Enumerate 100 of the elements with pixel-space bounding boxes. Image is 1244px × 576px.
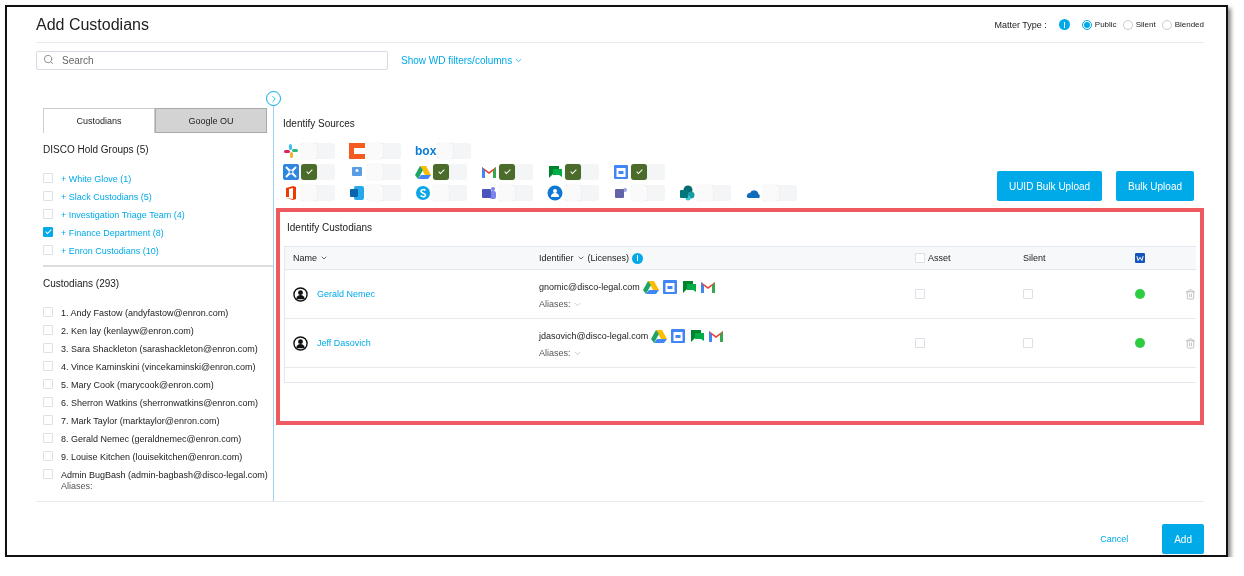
silent-column-header: Silent [1023, 253, 1046, 263]
box-logo: box [415, 144, 435, 158]
drive-icon [415, 164, 431, 180]
teams-icon [481, 185, 497, 201]
chat-icon [689, 328, 706, 344]
calendar-icon [661, 279, 678, 295]
people-icon [547, 185, 563, 201]
w-logo-icon [1135, 253, 1145, 263]
office-icon [283, 185, 299, 201]
chat-icon [680, 279, 697, 295]
custodian-label: 2. Ken lay (kenlayw@enron.com) [61, 325, 194, 337]
toggle-knob[interactable] [499, 164, 515, 180]
sort-icon [576, 254, 585, 262]
identifier-column-header[interactable]: Identifier [539, 253, 574, 263]
matter-type-label: Matter Type : [994, 19, 1047, 30]
custodian-label: 8. Gerald Nemec (geraldnemec@enron.com) [61, 433, 242, 445]
custodian-email: gnomic@disco-legal.com [539, 282, 640, 292]
group-checkbox[interactable] [43, 227, 53, 237]
custodian-label: 9. Louise Kitchen (louisekitchen@enron.com) [61, 451, 243, 463]
source-toggle[interactable] [565, 164, 599, 180]
toggle-knob[interactable] [631, 164, 647, 180]
source-toggle[interactable] [631, 164, 665, 180]
upload-button[interactable]: UUID Bulk Upload [996, 171, 1103, 201]
custodian-checkbox[interactable] [43, 433, 53, 443]
group-link[interactable]: + White Glove (1) [61, 173, 132, 185]
asset-all-checkbox[interactable] [915, 253, 925, 263]
search-icon [43, 54, 54, 65]
custodian-checkbox[interactable] [43, 307, 53, 317]
sort-icon [320, 254, 328, 262]
custodian-checkbox[interactable] [43, 361, 53, 371]
group-link[interactable]: + Finance Department (8) [61, 227, 164, 239]
custodian-email: jdasovich@disco-legal.com [539, 331, 649, 341]
custodian-checkbox[interactable] [43, 415, 53, 425]
group-link[interactable]: + Enron Custodians (10) [61, 245, 159, 257]
dialog-title: Add Custodians [36, 15, 149, 34]
calendar-icon [670, 328, 687, 344]
drive-icon [651, 328, 668, 344]
mail-icon [699, 279, 716, 295]
custodians-section-heading: Identify Custodians [287, 222, 374, 233]
avatar-icon [293, 286, 308, 302]
groups-heading: DISCO Hold Groups (5) [43, 144, 150, 155]
toggle-knob[interactable] [433, 164, 449, 180]
aliases-dropdown[interactable]: Aliases: [539, 348, 582, 358]
matter-type-radio[interactable]: Blended [1161, 19, 1204, 30]
custodian-label: 7. Mark Taylor (marktaylor@enron.com) [61, 415, 220, 427]
delete-icon[interactable] [1185, 288, 1196, 300]
toggle-knob[interactable] [565, 164, 581, 180]
slack-icon [283, 143, 299, 159]
custodian-label: 5. Mary Cook (marycook@enron.com) [61, 379, 214, 391]
exchange-icon [349, 185, 365, 201]
mail-icon [708, 328, 725, 344]
custodian-checkbox[interactable] [43, 325, 53, 335]
custodian-checkbox[interactable] [43, 451, 53, 461]
custodian-label: 6. Sherron Watkins (sherronwatkins@enron.com) [61, 397, 258, 409]
asset-checkbox[interactable] [915, 338, 925, 348]
sources-heading: Identify Sources [283, 118, 356, 129]
panel-tab[interactable]: Google OU [155, 108, 267, 133]
add-button[interactable]: Add [1162, 524, 1204, 554]
skype-icon [415, 185, 431, 201]
source-toggle[interactable] [499, 164, 533, 180]
silent-checkbox[interactable] [1023, 338, 1033, 348]
c-logo-icon [349, 143, 365, 159]
toggle-knob[interactable] [301, 164, 317, 180]
cross-logo-icon [283, 164, 299, 180]
search-field[interactable]: Search [36, 51, 388, 70]
silent-checkbox[interactable] [1023, 289, 1033, 299]
group-link[interactable]: + Investigation Triage Team (4) [61, 209, 185, 221]
matter-type-radio[interactable]: Public [1081, 19, 1117, 30]
custodian-checkbox[interactable] [43, 379, 53, 389]
name-column-header[interactable]: Name [293, 253, 317, 263]
panel-tab[interactable]: Custodians [43, 108, 155, 133]
calendar-icon [613, 164, 629, 180]
matter-type-radio[interactable]: Silent [1122, 19, 1156, 30]
aliases-label: Aliases: [61, 481, 94, 491]
custodian-label: 3. Sara Shackleton (sarashackleton@enron.com) [61, 343, 258, 355]
upload-button[interactable]: Bulk Upload [1116, 171, 1194, 201]
delete-icon[interactable] [1185, 337, 1196, 349]
group-link[interactable]: + Slack Custodians (5) [61, 191, 152, 203]
filters-link[interactable]: Show WD filters/columns [401, 54, 524, 66]
licenses-column-header: (Licenses) [587, 253, 630, 263]
mail-icon [481, 164, 497, 180]
asset-column-header: Asset [928, 253, 951, 263]
teams-icon [613, 185, 629, 201]
custodian-name-link[interactable]: Jeff Dasovich [317, 338, 371, 348]
aliases-dropdown[interactable]: Aliases: [539, 299, 582, 309]
custodian-name-link[interactable]: Gerald Nemec [317, 289, 376, 299]
sharepoint-icon [679, 185, 695, 201]
custodian-checkbox[interactable] [43, 397, 53, 407]
custodian-label: Admin BugBash (admin-bagbash@disco-legal.com) [61, 469, 268, 481]
source-toggle[interactable] [301, 164, 335, 180]
drive-icon [642, 279, 659, 295]
source-toggle[interactable] [433, 164, 467, 180]
custodian-label: 4. Vince Kaminskini (vincekaminski@enron.com) [61, 361, 256, 373]
avatar-icon [293, 335, 308, 351]
custodian-checkbox[interactable] [43, 469, 53, 479]
cancel-button[interactable]: Cancel [1094, 533, 1135, 545]
asset-checkbox[interactable] [915, 289, 925, 299]
custodian-label: 1. Andy Fastow (andyfastow@enron.com) [61, 307, 229, 319]
collapse-button[interactable] [266, 91, 281, 106]
custodian-checkbox[interactable] [43, 343, 53, 353]
